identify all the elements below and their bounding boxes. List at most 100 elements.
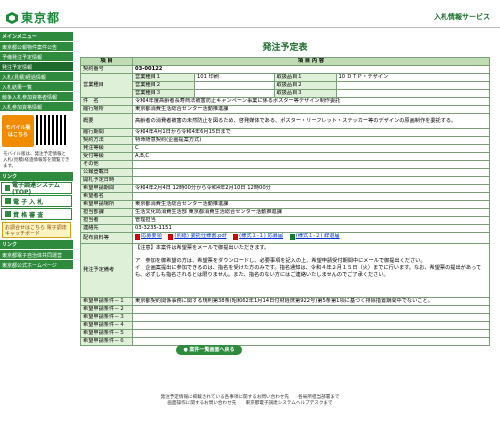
business-type-value: 101 印刷 [194, 73, 275, 82]
business-type-label: 営業種目３ [132, 89, 195, 98]
mobile-button[interactable]: モバイル版 はこちら [2, 115, 34, 147]
square-icon [5, 198, 11, 205]
row-label: 連絡先 [80, 224, 133, 233]
pdf-icon [168, 233, 174, 240]
condition-value: 東京都契約関係事務に関する規則第38条(昭和62年1月14日付財経庶第922号)… [132, 297, 490, 306]
order-plan-table: 項 目 項 目 内 容 契約番号 03-00122 営業種目 営業種目１ 101… [80, 57, 490, 346]
notes-line: イ 企画案提出に参加できるのは、指名を受けた方のみです。指名通知は、令和４年２月… [135, 265, 482, 278]
sidebar-menu-heading: メインメニュー [0, 32, 73, 41]
business-type-label: 営業種目２ [132, 81, 195, 90]
file-name: 応募要領 [141, 233, 162, 240]
file-name: (様式１-２) 辞退届 [295, 233, 340, 240]
row-value: 令和4年度高齢者長寿商法被害防止キャンペーン事業に係るポスター等デザイン制作委託 [132, 97, 490, 106]
row-value [132, 192, 490, 201]
row-label: その他 [80, 160, 133, 169]
row-value: 生活文化局消費生活部 東京都消費生活総合センター活動推進課 [132, 208, 490, 217]
row-label: 発注等級 [80, 144, 133, 153]
business-type-value [194, 81, 275, 90]
handling-item-label: 取扱品目２ [273, 81, 337, 90]
sidebar-item-official[interactable]: 東京都公式ホームページ [0, 260, 73, 271]
e-bidding-link[interactable]: 電 子 入 札 [1, 195, 72, 208]
files-label: 配布資料等 [80, 232, 133, 244]
e-bidding-label: 電 子 入 札 [13, 198, 44, 206]
file-link[interactable]: (様式１-２) 辞退届 [289, 233, 340, 241]
row-label: 受付等級 [80, 152, 133, 161]
qualification-label: 資 格 審 査 [13, 211, 44, 219]
tokyo-logo-icon [6, 11, 18, 24]
row-value: 令和4年2月4日 12時00分から令和4年2月10日 12時00分 [132, 184, 490, 193]
handling-item-value: 10 ＤＴＰ・デザイン [335, 73, 490, 82]
business-type-value [194, 89, 275, 98]
file-link[interactable]: (様式１-１) 応募届 [233, 233, 284, 241]
row-value: 東京都消費生活総合センター活動推進課 [132, 200, 490, 209]
row-value [132, 160, 490, 169]
row-value [132, 176, 490, 185]
row-label: 担当部課 [80, 208, 133, 217]
qr-code-icon [36, 115, 66, 145]
sidebar-item-shikaku[interactable]: 入札参加資格情報 [0, 102, 73, 112]
sidebar-item-shikakusha[interactable]: 競争入札参加資格者情報 [0, 92, 73, 102]
row-value: 令和4年4月1日から令和4年6月15日まで [132, 128, 490, 137]
logo-text: 東京都 [21, 11, 61, 25]
file-name: (様式１-１) 応募届 [239, 233, 284, 240]
row-value: 03-3235-1151 [132, 224, 490, 233]
files-cell: 応募要領 (別紙) 委託仕様書.pdf (様式１-１) 応募届 (様式１-２) … [132, 232, 490, 244]
logo[interactable]: 東京都 [6, 9, 60, 26]
square-icon [5, 185, 11, 192]
row-value: A,B,C [132, 152, 490, 161]
qualification-link[interactable]: 資 格 審 査 [1, 208, 72, 221]
sidebar-item-hacchu-yotei[interactable]: 発注予定情報 [0, 62, 73, 72]
handling-item-value [335, 89, 490, 98]
condition-value [132, 305, 490, 314]
condition-value [132, 321, 490, 330]
helpdesk-link[interactable]: お調合せはこちら 電子調達キャッチボード [2, 222, 71, 239]
condition-label: 希望申請条件－３ [80, 313, 133, 322]
file-link[interactable]: (別紙) 委託仕様書.pdf [168, 233, 227, 241]
handling-item-value [335, 81, 490, 90]
row-label: 希望申請場所 [80, 200, 133, 209]
row-label: 希望申請期間 [80, 184, 133, 193]
notes-label: 発注予定備考 [80, 243, 133, 298]
pdf-icon [233, 233, 239, 240]
footer: 発注予定情報に掲載されている各事項に関するお問い合わせ先 各局所担当部署まで 画… [0, 395, 500, 407]
sidebar: メインメニュー 東京都公報物件案件公告 予備発注予定情報 発注予定情報 入札(見… [0, 32, 73, 425]
mobile-note: モバイル版は、発注予定情報と入札(見積)経過情報等を閲覧できます。 [3, 152, 70, 170]
mobile-button-label: モバイル版 [5, 125, 31, 131]
contract-no-value: 03-00122 [132, 65, 490, 74]
business-type-label: 営業種目１ [132, 73, 195, 82]
col-content-header: 項 目 内 容 [132, 57, 490, 66]
row-label: 履行期間 [80, 128, 133, 137]
mobile-button-sub: はこちら [7, 132, 28, 138]
row-label: 担当者 [80, 216, 133, 225]
row-value: 東京都消費生活総合センター活動推進課 [132, 105, 490, 114]
row-label: 履行場所 [80, 105, 133, 114]
col-item-header: 項 目 [80, 57, 133, 66]
sidebar-bottom-heading: リンク [0, 240, 73, 250]
row-label: 契約方法 [80, 136, 133, 145]
e-procurement-top-label: 電子調達システム(TOP) [12, 182, 60, 197]
condition-label: 希望申請条件－５ [80, 329, 133, 338]
business-label: 営業種目 [80, 73, 133, 98]
sidebar-item-kyodo[interactable]: 東京都電子自治体共同運営 [0, 250, 73, 261]
sidebar-item-yobi[interactable]: 予備発注予定情報 [0, 52, 73, 62]
sidebar-item-koho[interactable]: 東京都公報物件案件公告 [0, 42, 73, 52]
condition-label: 希望申請条件－４ [80, 321, 133, 330]
notes-line: ア 参加を御希望の方は、希望票をダウンロードし、必要事項を記入の上、希望申請受付… [135, 258, 426, 264]
contract-no-label: 契約番号 [80, 65, 133, 74]
sidebar-item-keika[interactable]: 入札(見積)経過情報 [0, 72, 73, 82]
notes-cell: 【注意】本案件は希望票をメールで御提出いただきます。 ア 参加を御希望の方は、希… [132, 243, 490, 298]
back-to-list-button[interactable]: ● 案件一覧画面へ戻る [176, 345, 242, 355]
file-link[interactable]: 応募要領 [135, 233, 162, 241]
footer-line: 画面操作に関するお問い合わせ先 東京都電子調達システムヘルプデスクまで [167, 401, 333, 406]
sidebar-item-kekka[interactable]: 入札結果一覧 [0, 82, 73, 92]
row-value: 高齢者の消費者被害の未然防止を図るため、啓発媒体である、ポスター・リーフレット・… [132, 113, 490, 129]
row-label: 希望者名 [80, 192, 133, 201]
page-title: 発注予定表 [262, 43, 308, 53]
e-procurement-top-link[interactable]: 電子調達システム(TOP) [1, 182, 72, 197]
row-label: 公報登載日 [80, 168, 133, 177]
square-icon [5, 211, 11, 218]
notes-line: 【注意】本案件は希望票をメールで御提出いただきます。 [135, 245, 270, 251]
condition-label: 希望申請条件－２ [80, 305, 133, 314]
row-label: 開札予定日時 [80, 176, 133, 185]
header: 東京都 入札情報サービス [0, 0, 500, 28]
